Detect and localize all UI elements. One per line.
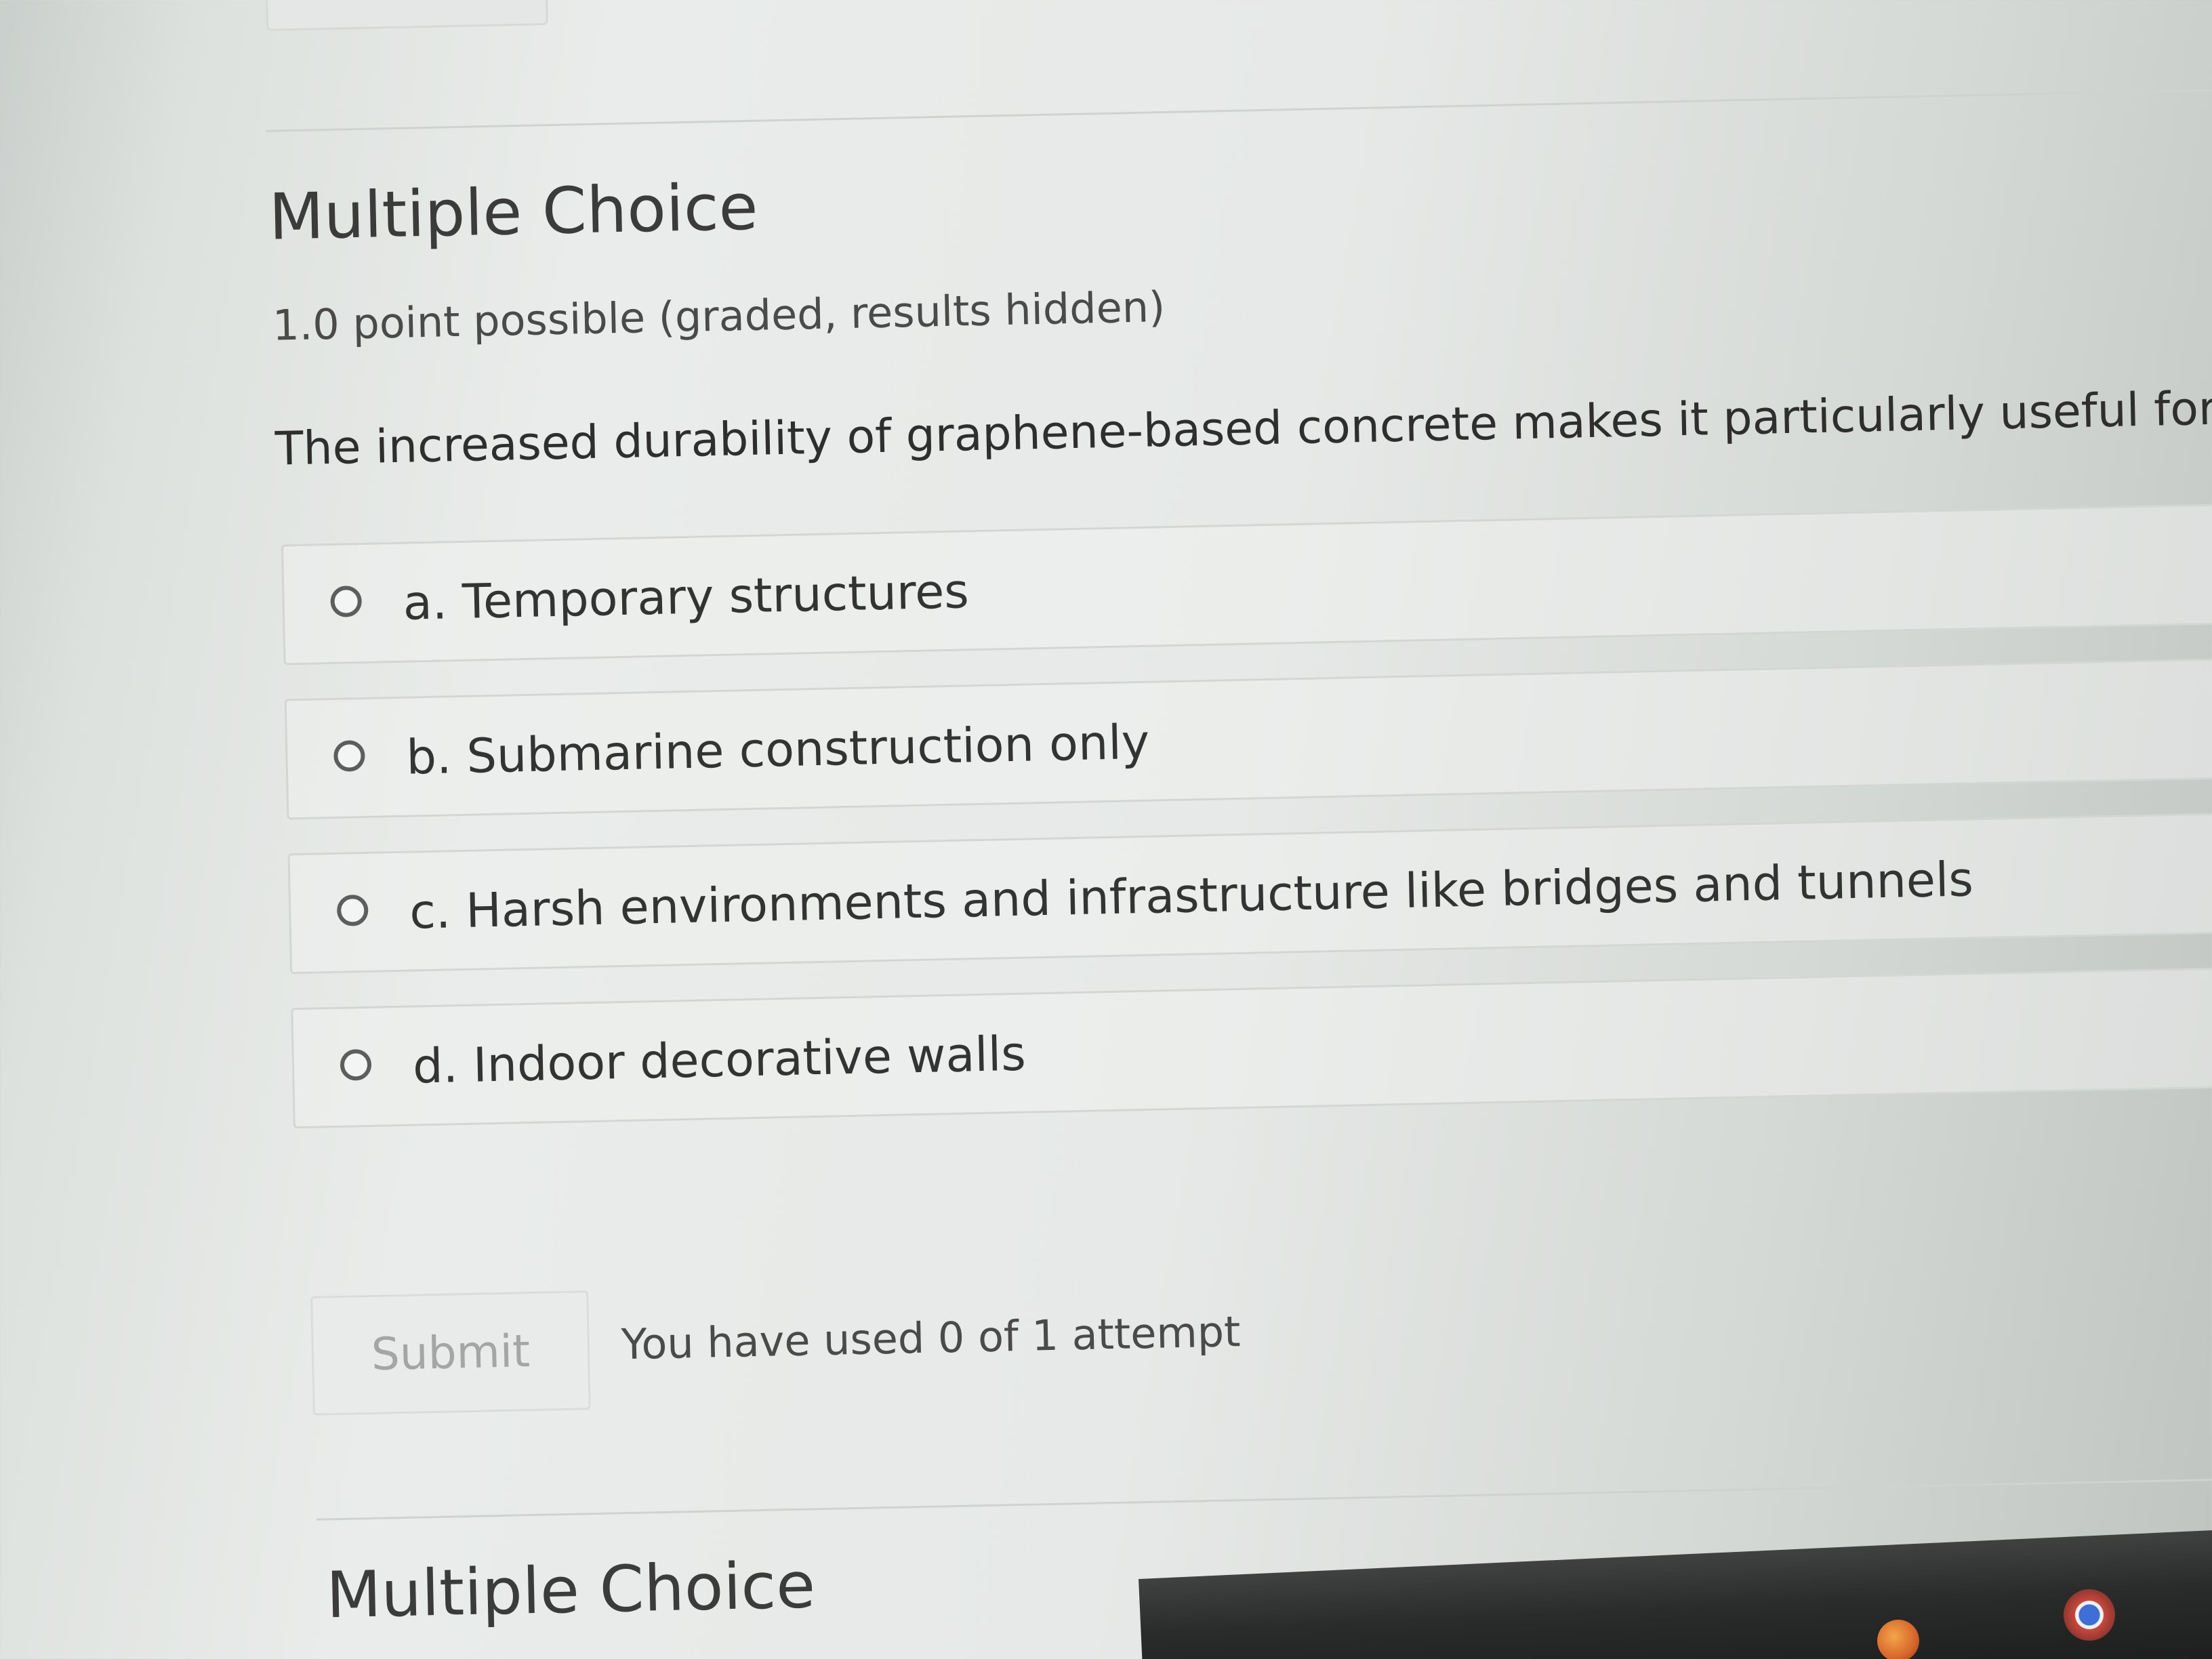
option-a[interactable]: a. Temporary structures [281,502,2212,665]
option-b[interactable]: b. Submarine construction only [284,657,2212,820]
divider-bottom [316,1477,2212,1521]
option-a-label: a. Temporary structures [402,563,970,631]
next-problem-title: Multiple Choice [325,1549,817,1633]
problem-title: Multiple Choice [268,170,759,255]
radio-button-c[interactable] [336,894,369,926]
app-icon[interactable] [1877,1620,1919,1659]
submit-button[interactable]: Submit [310,1290,591,1416]
divider-top [266,89,2212,132]
radio-button-a[interactable] [330,586,363,617]
option-c[interactable]: c. Harsh environments and infrastructure… [287,811,2212,975]
option-b-label: b. Submarine construction only [405,714,1150,785]
option-c-label: c. Harsh environments and infrastructure… [409,851,1974,940]
option-d-label: d. Indoor decorative walls [412,1025,1027,1094]
points-text: 1.0 point possible (graded, results hidd… [272,282,1166,350]
attempts-text: You have used 0 of 1 attempt [620,1307,1242,1370]
radio-button-b[interactable] [333,739,365,772]
option-d[interactable]: d. Indoor decorative walls [291,965,2212,1129]
question-text: The increased durability of graphene-bas… [274,382,2212,476]
radio-button-d[interactable] [340,1048,372,1081]
previous-submit-button[interactable] [264,0,548,31]
chrome-icon[interactable] [2064,1589,2115,1641]
previous-attempts-text: attempt [806,0,970,3]
screen: attempt Multiple Choice 1.0 point possib… [0,0,2212,1658]
